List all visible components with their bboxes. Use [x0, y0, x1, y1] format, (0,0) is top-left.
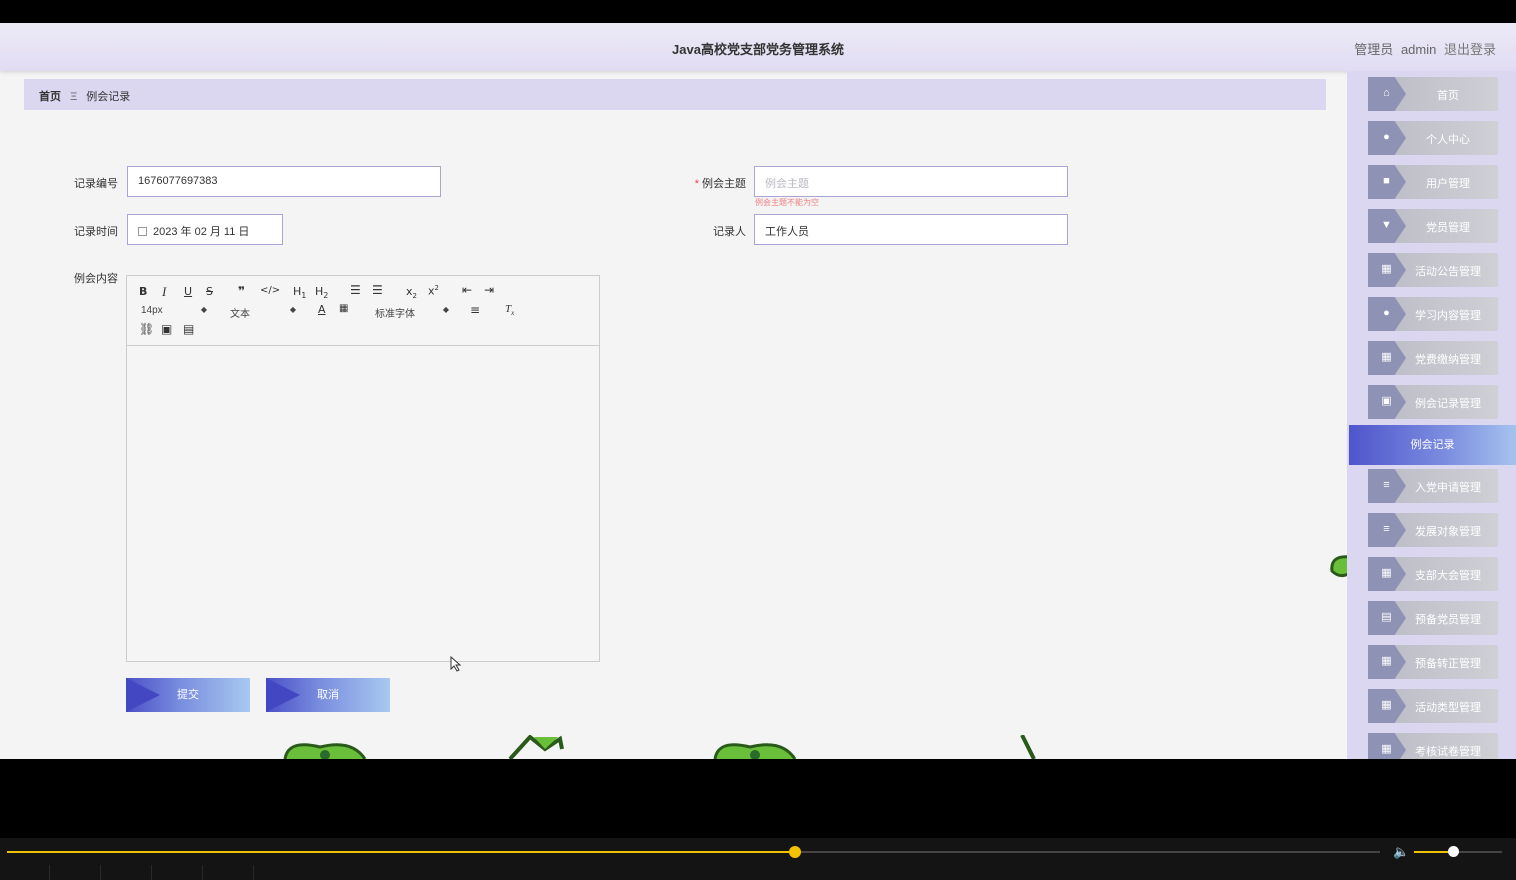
- rich-text-editor: B I U S ❞ </> H1 H2 ☰ ☰ x2 x2 ⇤ ⇥ 14px ◆ …: [126, 275, 600, 662]
- app-title: Java高校党支部党务管理系统: [672, 42, 844, 57]
- strike-button[interactable]: S: [206, 285, 213, 298]
- grid-icon: ▦: [1381, 351, 1392, 363]
- trophy-icon: ▼: [1381, 219, 1392, 231]
- screen: Java高校党支部党务管理系统 管理员 admin 退出登录 首页 Ξ 例会记录…: [0, 0, 1516, 880]
- topic-label: * 例会主题: [694, 178, 746, 190]
- align-icon[interactable]: ≡: [470, 303, 480, 317]
- username: admin: [1400, 42, 1437, 57]
- sidebar-item-dues[interactable]: ▦ 党费缴纳管理: [1368, 341, 1498, 375]
- grid-icon: ▦: [1381, 743, 1392, 755]
- video-icon[interactable]: ▤: [183, 322, 194, 336]
- underline-button[interactable]: U: [184, 285, 192, 298]
- chart-icon: ▣: [1381, 395, 1392, 407]
- sidebar-item-development[interactable]: ≡ 发展对象管理: [1368, 513, 1498, 547]
- sidebar-item-members[interactable]: ▼ 党员管理: [1368, 209, 1498, 243]
- time-label: 记录时间: [74, 226, 118, 238]
- sidebar-item-profile[interactable]: ● 个人中心: [1368, 121, 1498, 155]
- topic-input[interactable]: 例会主题: [754, 166, 1068, 197]
- outdent-icon[interactable]: ⇤: [462, 283, 472, 297]
- sidebar-item-probationary[interactable]: ▤ 预备党员管理: [1368, 601, 1498, 635]
- indent-icon[interactable]: ⇥: [484, 283, 494, 297]
- sidebar-item-meeting-records[interactable]: ▣ 例会记录管理: [1368, 385, 1498, 419]
- volume-handle[interactable]: [1447, 846, 1459, 857]
- sidebar-item-home[interactable]: ⌂ 首页: [1368, 77, 1498, 111]
- seek-handle[interactable]: [789, 846, 802, 858]
- block-format-select[interactable]: 文本 ◆: [230, 305, 296, 320]
- record-no-input[interactable]: 1676077697383: [127, 166, 441, 197]
- content-label: 例会内容: [74, 273, 118, 285]
- font-size-select[interactable]: 14px ◆: [141, 305, 207, 316]
- clover-decoration: [508, 735, 564, 759]
- recorder-input[interactable]: 工作人员: [754, 214, 1068, 245]
- grid-icon: ▦: [1381, 263, 1392, 275]
- player-controls: 🔈: [0, 838, 1516, 880]
- list-icon: ≡: [1383, 479, 1390, 491]
- sidebar-item-conversion[interactable]: ▦ 预备转正管理: [1368, 645, 1498, 679]
- cancel-button[interactable]: 取消: [266, 678, 390, 712]
- sidebar-item-users[interactable]: ■ 用户管理: [1368, 165, 1498, 199]
- header: Java高校党支部党务管理系统 管理员 admin 退出登录: [0, 23, 1516, 71]
- sidebar-item-activity-types[interactable]: ▦ 活动类型管理: [1368, 689, 1498, 723]
- list-icon: ≡: [1383, 523, 1390, 535]
- sidebar-item-applications[interactable]: ≡ 入党申请管理: [1368, 469, 1498, 503]
- clover-decoration: [283, 743, 367, 759]
- player-bottom-strip: [0, 865, 1516, 880]
- volume-level: [1414, 851, 1453, 853]
- link-icon[interactable]: ⛓: [139, 322, 154, 336]
- sidebar: ⌂ 首页 ● 个人中心 ■ 用户管理 ▼ 党员管理 ▦ 活动公告管理 ● 学习内容管理 ▦ 党…: [1347, 71, 1516, 759]
- grid-icon: ▦: [1381, 699, 1392, 711]
- stem-decoration: [1020, 735, 1036, 759]
- record-no-label: 记录编号: [74, 178, 118, 190]
- h1-button[interactable]: H1: [293, 285, 306, 300]
- italic-button[interactable]: I: [162, 284, 166, 300]
- logout-link[interactable]: 退出登录: [1444, 42, 1496, 57]
- editor-toolbar: B I U S ❞ </> H1 H2 ☰ ☰ x2 x2 ⇤ ⇥ 14px ◆ …: [127, 276, 599, 346]
- sidebar-item-announcements[interactable]: ▦ 活动公告管理: [1368, 253, 1498, 287]
- user-icon: ●: [1383, 131, 1390, 143]
- sidebar-item-branch-meeting[interactable]: ▦ 支部大会管理: [1368, 557, 1498, 591]
- table-icon: ▦: [1381, 655, 1392, 667]
- submit-button[interactable]: 提交: [126, 678, 250, 712]
- home-icon: ⌂: [1383, 87, 1390, 99]
- volume-icon[interactable]: 🔈: [1393, 844, 1409, 860]
- quote-button[interactable]: ❞: [238, 284, 245, 298]
- h2-button[interactable]: H2: [315, 285, 328, 300]
- briefcase-icon: ■: [1383, 175, 1390, 187]
- clipboard-icon: ▤: [1381, 611, 1392, 623]
- image-icon[interactable]: ▣: [161, 322, 172, 336]
- ordered-list-icon[interactable]: ☰: [350, 283, 361, 297]
- breadcrumb-home[interactable]: 首页: [39, 91, 61, 103]
- calendar-icon: [138, 227, 147, 236]
- breadcrumb-separator: Ξ: [70, 91, 78, 103]
- background-color-icon[interactable]: ▦: [339, 303, 348, 314]
- sidebar-item-exams[interactable]: ▦ 考核试卷管理: [1368, 733, 1498, 759]
- font-family-select[interactable]: 标准字体 ◆: [375, 305, 449, 320]
- clear-format-icon[interactable]: Tx: [505, 303, 514, 317]
- app-window: Java高校党支部党务管理系统 管理员 admin 退出登录 首页 Ξ 例会记录…: [0, 23, 1516, 759]
- seek-progress: [7, 851, 796, 853]
- code-button[interactable]: </>: [260, 285, 280, 296]
- grid-icon: ▦: [1381, 567, 1392, 579]
- bulb-icon: ●: [1383, 307, 1390, 319]
- editor-content-area[interactable]: [127, 347, 599, 661]
- user-role: 管理员: [1354, 42, 1394, 57]
- required-mark: *: [694, 178, 699, 190]
- breadcrumb: 首页 Ξ 例会记录: [24, 79, 1326, 110]
- mouse-cursor-icon: [450, 656, 462, 672]
- topic-error: 例会主题不能为空: [755, 198, 819, 207]
- subscript-button[interactable]: x2: [406, 285, 417, 300]
- clover-decoration: [713, 743, 797, 759]
- user-area: 管理员 admin 退出登录: [1350, 39, 1496, 58]
- font-color-icon[interactable]: A: [318, 303, 326, 316]
- sidebar-item-meeting-record-active[interactable]: 例会记录: [1349, 425, 1516, 465]
- breadcrumb-current: 例会记录: [86, 91, 131, 103]
- recorder-label: 记录人: [713, 226, 746, 238]
- superscript-button[interactable]: x2: [428, 284, 439, 298]
- bullet-list-icon[interactable]: ☰: [372, 283, 383, 297]
- seek-bar[interactable]: [7, 851, 1380, 853]
- date-input[interactable]: 2023 年 02 月 11 日: [127, 214, 283, 245]
- bold-button[interactable]: B: [139, 285, 147, 298]
- sidebar-item-study[interactable]: ● 学习内容管理: [1368, 297, 1498, 331]
